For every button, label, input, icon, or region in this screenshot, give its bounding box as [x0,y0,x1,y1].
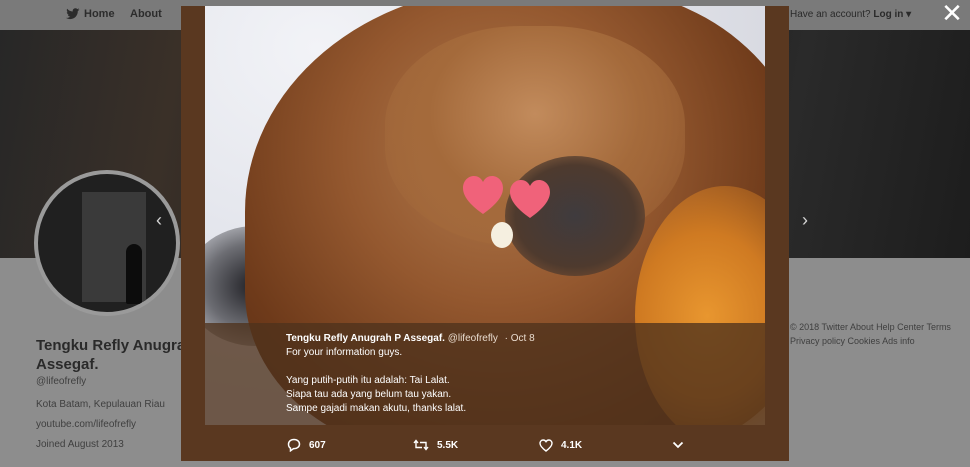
like-count: 4.1K [561,439,583,451]
retweet-icon [413,439,429,451]
footer-link[interactable]: Terms [926,322,951,332]
profile-joined: Joined August 2013 [36,439,124,450]
retweet-count: 5.5K [437,439,459,451]
heart-sticker-icon [463,176,503,214]
close-button[interactable]: ✕ [940,0,964,29]
login-area[interactable]: Have an account? Log in ▾ [790,9,911,20]
profile-link[interactable]: youtube.com/lifeofrefly [36,419,136,430]
avatar-person [126,244,142,304]
tweet-caption: Tengku Refly Anugrah P Assegaf. @lifeofr… [286,332,746,416]
tweet-text-line: For your information guys. [286,347,403,358]
more-button[interactable] [672,437,692,453]
login-prompt: Have an account? [790,9,871,20]
nav-home[interactable]: Home [84,8,115,20]
tweet-author-handle[interactable]: @lifeofrefly [448,333,498,344]
close-icon: ✕ [941,0,963,29]
tweet-header: Tengku Refly Anugrah P Assegaf. @lifeofr… [286,332,746,346]
footer-link[interactable]: Ads info [882,336,915,346]
reply-icon [287,438,301,452]
tweet-separator: · [504,333,508,344]
footer-link[interactable]: Privacy policy [790,336,845,346]
tweet-text-line: Yang putih-putih itu adalah: Tai Lalat. [286,375,450,386]
footer-link[interactable]: About [850,322,874,332]
next-media-arrow-icon[interactable]: › [802,210,808,231]
login-link[interactable]: Log in ▾ [873,9,911,20]
profile-name-line2: Assegaf. [36,356,99,373]
tweet-text-line: Sampe gajadi makan akutu, thanks lalat. [286,403,467,414]
chevron-down-icon [672,441,684,449]
profile-name-line1: Tengku Refly Anugrah [36,337,195,354]
like-button[interactable]: 4.1K [539,437,582,453]
retweet-button[interactable]: 5.5K [413,437,458,453]
tweet-caption-overlay: Tengku Refly Anugrah P Assegaf. @lifeofr… [205,323,765,425]
tweet-text-line [286,360,746,374]
footer-link[interactable]: Help Center [876,322,924,332]
nav-about[interactable]: About [130,8,162,20]
profile-location: Kota Batam, Kepulauan Riau [36,399,165,410]
footer-link[interactable]: © 2018 Twitter [790,322,848,332]
avatar[interactable] [34,170,180,316]
media-modal: Tengku Refly Anugrah P Assegaf. @lifeofr… [181,6,789,461]
profile-handle: @lifeofrefly [36,376,87,387]
reply-button[interactable]: 607 [287,437,326,453]
reply-count: 607 [309,439,326,451]
twitter-bird-icon[interactable] [66,8,80,23]
heart-icon [539,438,553,452]
profile-name: Tengku Refly Anugrah Assegaf. [36,336,194,374]
footer-link[interactable]: Cookies [848,336,881,346]
previous-media-arrow-icon[interactable]: ‹ [156,210,162,231]
tweet-timestamp[interactable]: Oct 8 [511,333,535,344]
footer-links: © 2018 Twitter About Help Center Terms P… [790,320,960,348]
tweet-actions: 607 5.5K 4.1K [181,429,789,461]
tweet-author-name[interactable]: Tengku Refly Anugrah P Assegaf. [286,333,445,344]
tweet-text-line: Siapa tau ada yang belum tau yakan. [286,389,452,400]
photo-white-fleck [491,222,513,248]
heart-sticker-icon [510,180,550,218]
